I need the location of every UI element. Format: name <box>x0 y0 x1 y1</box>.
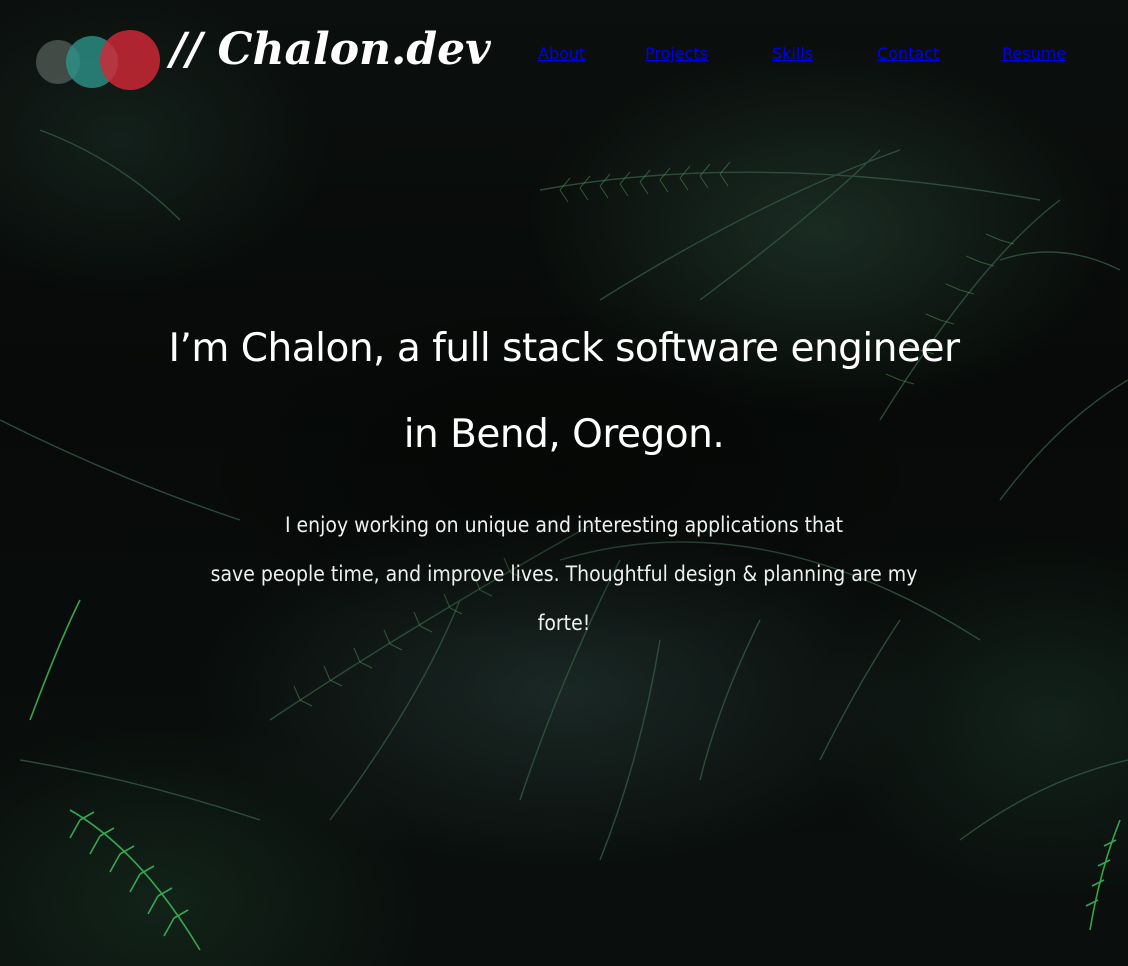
nav-link-contact[interactable]: Contact <box>877 44 939 80</box>
hero-intro-line-3: forte! <box>537 611 591 635</box>
hero-headline-line-2: in Bend, Oregon. <box>403 412 725 457</box>
hero-headline-line-1: I’m Chalon, a full stack software engine… <box>168 326 960 371</box>
site-logo[interactable]: // Chalon.dev <box>36 24 491 96</box>
hero-intro-line-2: save people time, and improve lives. Tho… <box>210 562 918 586</box>
nav-link-resume[interactable]: Resume <box>1002 44 1066 80</box>
logo-circle-red <box>100 30 160 90</box>
logo-title: // Chalon.dev <box>170 24 491 75</box>
nav-link-projects[interactable]: Projects <box>645 44 708 80</box>
background-fern-image <box>0 0 1128 966</box>
background-shade <box>0 0 1128 966</box>
hero-intro-line-1: I enjoy working on unique and interestin… <box>284 513 844 537</box>
nav-link-about[interactable]: About <box>538 44 585 80</box>
nav-link-skills[interactable]: Skills <box>772 44 813 80</box>
